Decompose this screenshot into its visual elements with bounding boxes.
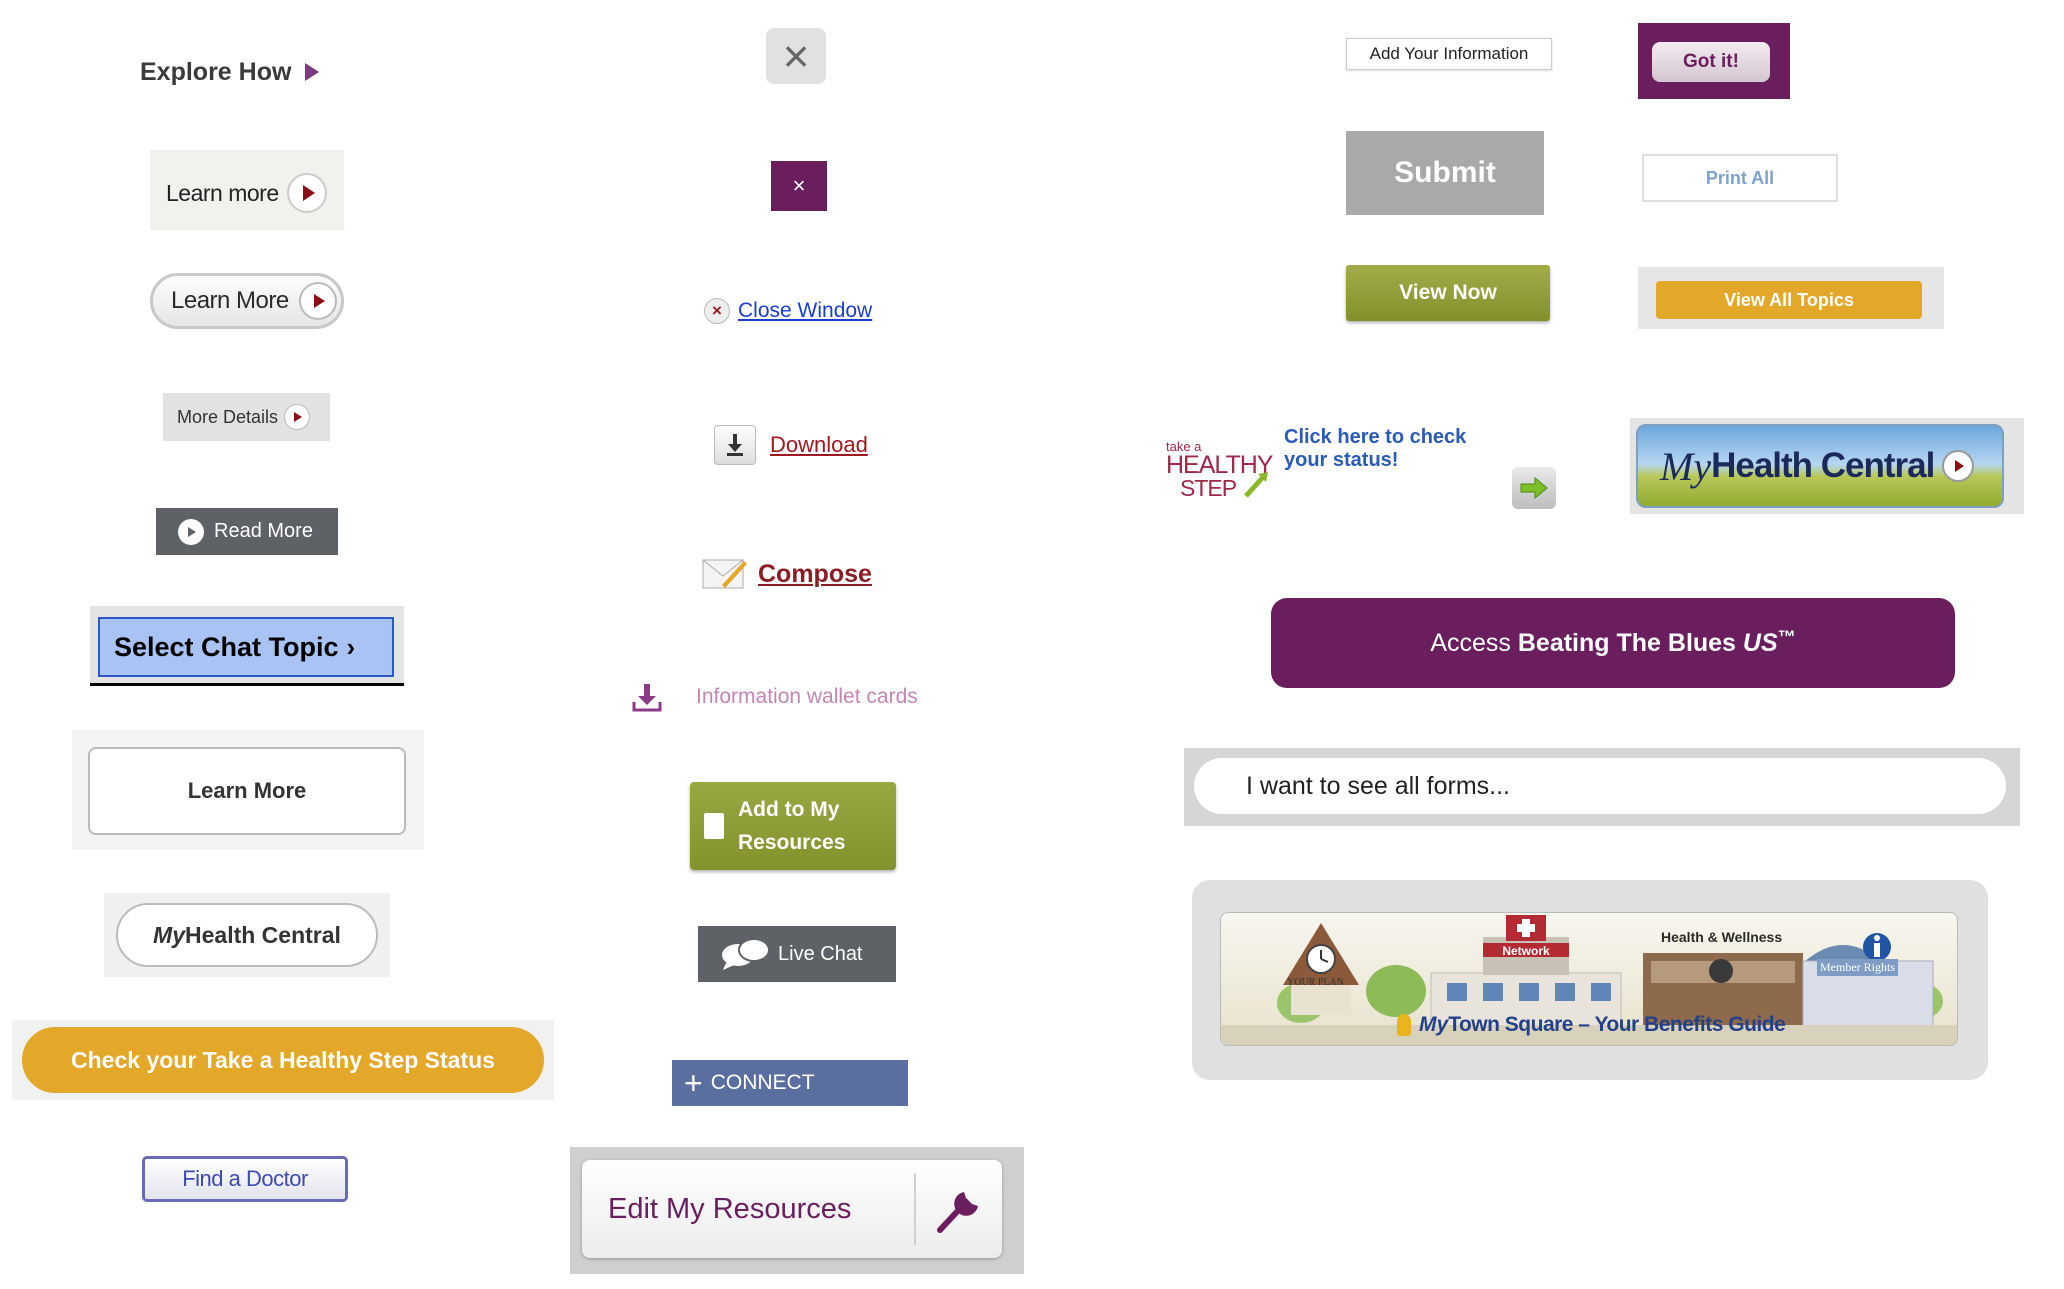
guide-rest-label: Town Square – Your Benefits Guide [1448,1013,1786,1036]
download-icon [714,425,756,465]
view-all-topics-label: View All Topics [1724,289,1854,310]
access-prefix-label: Access [1430,628,1518,657]
banner-my-label: My [1660,443,1712,489]
close-window-label: Close Window [738,299,873,322]
check-status-label: Click here to check your status! [1284,426,1467,471]
trademark-label: ™ [1777,626,1796,647]
banner-rest-label: Health Central [1711,446,1935,485]
add-to-resources-button[interactable]: Add to My Resources [690,782,896,870]
myhealth-rest-label: Health Central [185,921,341,948]
check-arrow-icon [1244,470,1272,500]
close-circle-icon: × [704,298,730,324]
all-forms-label: I want to see all forms... [1246,771,1510,800]
learn-more-pill-label: Learn More [171,287,289,314]
check-status-link[interactable]: Click here to check your status! [1284,426,1504,476]
view-now-button[interactable]: View Now [1346,265,1550,321]
close-window-link[interactable]: × Close Window [704,296,904,326]
chat-bubbles-icon [720,937,772,971]
connect-label: CONNECT [710,1071,815,1094]
got-it-button[interactable]: Got it! [1652,42,1770,82]
more-details-button[interactable]: More Details [163,393,330,441]
your-plan-sign: YOUR PLAN [1287,977,1344,988]
myhealth-central-banner-button[interactable]: My Health Central [1636,424,2004,508]
view-now-label: View Now [1399,281,1497,304]
learn-more-button[interactable]: Learn more [166,172,338,214]
compose-link[interactable]: Compose [702,552,902,596]
close-icon: × [782,30,810,82]
healthy-step-logo: take a HEALTHY STEP [1166,440,1276,504]
connect-button[interactable]: + CONNECT [672,1060,908,1106]
close-button[interactable]: × [766,28,826,84]
explore-how-label: Explore How [140,57,292,86]
play-circle-icon [1942,450,1975,482]
download-tray-icon [632,682,662,712]
submit-button[interactable]: Submit [1346,131,1544,215]
small-close-button[interactable]: × [771,161,827,211]
learn-more-pill-button[interactable]: Learn More [150,273,344,329]
add-your-information-button[interactable]: Add Your Information [1346,38,1552,70]
live-chat-button[interactable]: Live Chat [698,926,896,982]
add-to-resources-label: Add to My Resources [738,798,846,854]
live-chat-label: Live Chat [778,942,863,965]
access-beating-blues-button[interactable]: Access Beating The Blues US ™ [1271,598,1955,688]
download-link[interactable]: Download [714,420,884,470]
play-circle-icon [298,282,337,320]
chevron-right-icon: › [346,631,356,662]
find-a-doctor-label: Find a Doctor [182,1166,308,1191]
learn-more-label: Learn more [166,179,279,206]
read-more-label: Read More [214,520,313,542]
all-forms-field[interactable]: I want to see all forms... [1194,758,2006,814]
benefits-guide-caption: My Town Square – Your Benefits Guide [1397,1013,1786,1037]
green-arrow-button[interactable] [1512,467,1556,509]
select-chat-topic-button[interactable]: Select Chat Topic › [98,617,394,677]
got-it-label: Got it! [1683,51,1739,72]
explore-how-link[interactable]: Explore How [140,55,380,89]
play-circle-icon [286,173,327,213]
play-arrow-icon [305,63,320,81]
mytown-square-banner-button[interactable]: Network Health & Wellness YOUR PLAN Memb… [1220,912,1958,1046]
play-circle-icon [178,518,204,545]
select-chat-topic-label: Select Chat Topic [114,631,339,662]
guide-my-label: My [1419,1013,1449,1036]
healthy-step-status-label: Check your Take a Healthy Step Status [71,1046,495,1073]
plus-icon: + [684,1065,703,1101]
network-sign: Network [1502,944,1550,958]
view-all-topics-button[interactable]: View All Topics [1656,281,1922,319]
learn-more-outline-button[interactable]: Learn More [88,747,406,835]
learn-more-outline-label: Learn More [187,778,307,803]
health-wellness-sign: Health & Wellness [1661,929,1783,945]
bookmark-icon [704,813,724,839]
myhealth-central-pill-button[interactable]: My Health Central [116,903,378,967]
person-icon [1397,1014,1411,1036]
play-circle-icon [284,404,311,430]
member-rights-sign: Member Rights [1817,959,1898,976]
access-bold-label: Beating The Blues [1517,628,1743,657]
wallet-cards-label: Information wallet cards [696,685,918,708]
access-us-label: US [1742,628,1778,657]
compose-label: Compose [758,559,872,588]
submit-label: Submit [1394,156,1496,189]
edit-resources-button[interactable]: Edit My Resources [582,1160,1002,1258]
wrench-icon [916,1182,1002,1236]
read-more-button[interactable]: Read More [156,508,338,555]
print-all-label: Print All [1705,167,1775,188]
healthy-step-status-button[interactable]: Check your Take a Healthy Step Status [22,1027,544,1093]
print-all-button[interactable]: Print All [1642,154,1838,202]
edit-resources-label: Edit My Resources [608,1192,852,1225]
find-a-doctor-button[interactable]: Find a Doctor [142,1156,348,1202]
close-icon: × [792,173,806,198]
add-your-information-label: Add Your Information [1369,44,1529,63]
wallet-cards-link[interactable]: Information wallet cards [632,680,972,714]
arrow-right-icon [1519,476,1549,500]
myhealth-my-label: My [153,921,185,948]
compose-envelope-icon [702,557,748,591]
download-label: Download [770,432,868,457]
more-details-label: More Details [177,406,279,427]
